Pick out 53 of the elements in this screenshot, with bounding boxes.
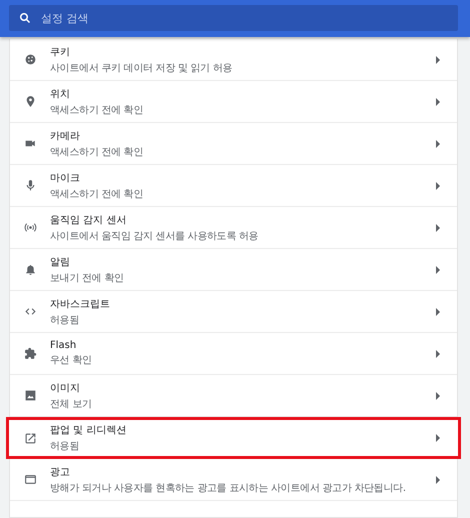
chevron-right-icon: [435, 350, 441, 358]
chevron-right-icon: [435, 224, 441, 232]
bell-icon: [24, 263, 36, 276]
settings-row[interactable]: 마이크 액세스하기 전에 확인: [10, 165, 457, 207]
location-pin-icon: [24, 95, 36, 108]
settings-row[interactable]: 움직임 감지 센서 사이트에서 움직임 감지 센서를 사용하도록 허용: [10, 207, 457, 249]
setting-title: 움직임 감지 센서: [50, 214, 128, 226]
setting-description: 사이트에서 움직임 감지 센서를 사용하도록 허용: [50, 230, 260, 242]
setting-title: 알림: [50, 256, 71, 268]
setting-title: 자바스크립트: [50, 298, 111, 310]
setting-description: 허용됨: [50, 314, 80, 326]
settings-row[interactable]: 광고 방해가 되거나 사용자를 현혹하는 광고를 표시하는 사이트에서 광고가 차단됩니다.: [10, 459, 457, 501]
chevron-right-icon: [435, 56, 441, 64]
setting-title: 팝업 및 리디렉션: [50, 424, 128, 437]
highlighted-settings-row[interactable]: 팝업 및 리디렉션 허용됨: [6, 417, 461, 459]
setting-description: 사이트에서 쿠키 데이터 저장 및 읽기 허용: [50, 62, 234, 74]
chevron-right-icon: [435, 476, 441, 484]
browser-window-icon: [24, 473, 36, 486]
setting-title: 쿠키: [50, 46, 71, 58]
setting-title: Flash: [50, 340, 78, 351]
setting-description: 허용됨: [50, 440, 80, 453]
search-icon: [19, 12, 31, 24]
setting-title: 위치: [50, 88, 71, 100]
chevron-right-icon: [435, 266, 441, 274]
external-link-icon: [24, 432, 36, 444]
setting-description: 보내기 전에 확인: [50, 272, 125, 284]
search-field[interactable]: 설정 검색: [9, 5, 458, 31]
setting-title: 마이크: [50, 172, 81, 184]
setting-description: 액세스하기 전에 확인: [50, 188, 144, 200]
settings-row[interactable]: 알림 보내기 전에 확인: [10, 249, 457, 291]
setting-description: 전체 보기: [50, 398, 93, 410]
setting-title: 광고: [50, 466, 71, 478]
settings-row[interactable]: 카메라 액세스하기 전에 확인: [10, 123, 457, 165]
setting-title: 이미지: [50, 382, 81, 394]
settings-row[interactable]: 위치 액세스하기 전에 확인: [10, 81, 457, 123]
chevron-right-icon: [435, 434, 441, 442]
setting-description: 액세스하기 전에 확인: [50, 104, 144, 116]
setting-description: 우선 확인: [50, 354, 93, 367]
chevron-right-icon: [435, 392, 441, 400]
cookie-icon: [24, 53, 36, 66]
chevron-right-icon: [435, 182, 441, 190]
setting-description: 방해가 되거나 사용자를 현혹하는 광고를 표시하는 사이트에서 광고가 차단됩니다.: [50, 482, 407, 494]
puzzle-piece-icon: [24, 347, 36, 360]
settings-row[interactable]: Flash 우선 확인: [10, 333, 457, 375]
chevron-right-icon: [435, 140, 441, 148]
setting-description: 액세스하기 전에 확인: [50, 146, 144, 158]
chevron-right-icon: [435, 98, 441, 106]
sensor-waves-icon: [24, 221, 36, 234]
setting-title: 카메라: [50, 130, 81, 142]
chevron-right-icon: [435, 308, 441, 316]
settings-row[interactable]: 자바스크립트 허용됨: [10, 291, 457, 333]
image-icon: [24, 389, 36, 402]
settings-row[interactable]: 쿠키 사이트에서 쿠키 데이터 저장 및 읽기 허용: [10, 39, 457, 81]
